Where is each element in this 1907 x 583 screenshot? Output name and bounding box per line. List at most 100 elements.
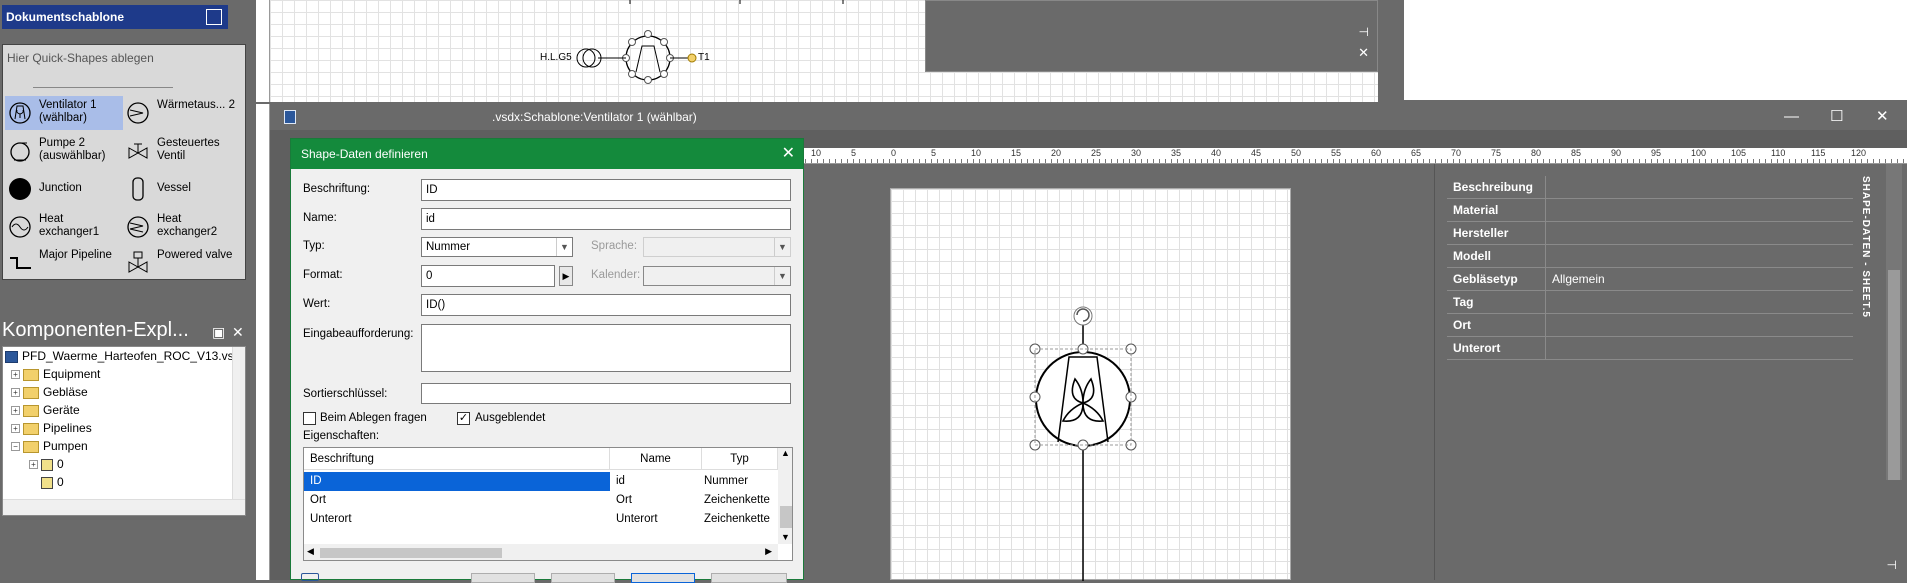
tree-horizontal-scrollbar[interactable]	[3, 499, 245, 515]
rotation-handle-icon[interactable]	[1073, 306, 1093, 326]
beschriftung-input[interactable]: ID	[421, 179, 791, 201]
define-shape-data-dialog: Shape-Daten definieren ✕ Beschriftung: I…	[290, 138, 804, 583]
pin-icon[interactable]: ⊣	[1359, 25, 1369, 39]
triangle-right-icon: ▶	[562, 271, 570, 281]
window-restore-icon[interactable]: ▣	[212, 320, 225, 344]
tree-item-pump-0b[interactable]: 0	[41, 473, 64, 491]
chevron-left-icon[interactable]: ◀	[307, 546, 314, 557]
fan-master-shape[interactable]	[891, 189, 1292, 581]
wert-input[interactable]: ID()	[421, 294, 791, 316]
stencil-header[interactable]: Dokumentschablone	[2, 5, 228, 29]
sortierschluessel-input[interactable]	[421, 383, 791, 404]
visio-icon	[284, 110, 296, 124]
typ-select[interactable]: Nummer ▼	[421, 237, 573, 257]
shape-data-scrollbar-thumb[interactable]	[1888, 270, 1900, 480]
shape-data-row[interactable]: Hersteller	[1447, 222, 1853, 245]
table-row[interactable]: Unterort Unterort Zeichenkette	[304, 510, 778, 529]
tree-item-pipelines[interactable]: + Pipelines	[11, 419, 92, 437]
stencil-item-ventil[interactable]: Gesteuertes Ventil	[123, 134, 241, 168]
fan-shape[interactable]	[622, 30, 674, 84]
ruler-tick-label: 40	[1211, 148, 1222, 158]
format-picker-button[interactable]: ▶	[559, 266, 573, 286]
ruler-tick-label: 55	[1331, 148, 1342, 158]
stencil-menu-icon[interactable]	[206, 9, 222, 25]
dialog-button-new[interactable]	[471, 573, 535, 583]
tree-item-equipment[interactable]: + Equipment	[11, 365, 100, 383]
dialog-button-cancel[interactable]	[711, 573, 787, 583]
chevron-right-icon[interactable]: ▶	[765, 546, 772, 557]
stencil-item-vessel[interactable]: Vessel	[123, 172, 241, 206]
shape-data-row[interactable]: Beschreibung	[1447, 176, 1853, 199]
tree-item-file[interactable]: PFD_Waerme_Harteofen_ROC_V13.vsdx	[5, 347, 245, 365]
table-row[interactable]: ID id Nummer	[304, 472, 778, 491]
stencil-item-major-pipeline[interactable]: Major Pipeline	[5, 246, 123, 280]
dialog-button-delete[interactable]	[551, 573, 615, 583]
expand-icon[interactable]: +	[11, 388, 20, 398]
expand-icon[interactable]: +	[11, 370, 20, 380]
scrollbar-thumb[interactable]	[780, 506, 792, 528]
shape-data-row[interactable]: Gebläsetyp Allgemein	[1447, 268, 1853, 291]
stencil-body: Hier Quick-Shapes ablegen Ventilator 1 (…	[2, 44, 246, 280]
stencil-item-heat-exchanger1[interactable]: Heat exchanger1	[5, 210, 123, 244]
control-valve-icon	[128, 143, 148, 159]
stencil-title: Dokumentschablone	[6, 10, 125, 24]
maximize-icon[interactable]: ☐	[1830, 104, 1843, 130]
dialog-button-ok[interactable]	[631, 573, 695, 583]
eingabeaufforderung-textarea[interactable]	[421, 324, 791, 372]
stencil-window-titlebar[interactable]: .vsdx:Schablone:Ventilator 1 (wählbar) —…	[270, 104, 1907, 130]
minimize-icon[interactable]: —	[1784, 104, 1799, 130]
horizontal-scrollbar-thumb[interactable]	[320, 548, 502, 558]
label-beschriftung: Beschriftung:	[303, 183, 371, 195]
stencil-item-ventilator[interactable]: Ventilator 1 (wählbar)	[5, 96, 123, 130]
ruler-tick-label: 110	[1771, 148, 1786, 158]
close-icon[interactable]: ✕	[782, 139, 795, 169]
expand-icon[interactable]: +	[29, 460, 38, 470]
chevron-up-icon[interactable]: ▲	[781, 448, 790, 458]
stencil-window-title: .vsdx:Schablone:Ventilator 1 (wählbar)	[492, 110, 697, 124]
shape-data-panel: Beschreibung Material Hersteller Modell …	[1434, 164, 1907, 580]
tree-item-pump-0[interactable]: +0	[29, 455, 64, 473]
tree-item-pumpen[interactable]: − Pumpen	[11, 437, 88, 455]
shape-data-row[interactable]: Modell	[1447, 245, 1853, 268]
shape-data-row[interactable]: Material	[1447, 199, 1853, 222]
tree-item-geblaese[interactable]: + Gebläse	[11, 383, 88, 401]
column-header-name[interactable]: Name	[610, 448, 702, 470]
close-icon[interactable]: ✕	[232, 320, 244, 344]
close-icon[interactable]: ✕	[1876, 104, 1889, 130]
component-tree: PFD_Waerme_Harteofen_ROC_V13.vsdx + Equip…	[2, 346, 246, 516]
shape-data-row[interactable]: Unterort	[1447, 337, 1853, 360]
beim-ablegen-fragen-checkbox[interactable]	[303, 412, 316, 425]
pipeline-icon	[10, 257, 31, 269]
column-header-beschriftung[interactable]: Beschriftung	[304, 448, 610, 470]
stencil-item-label: Junction	[39, 182, 82, 194]
expand-icon[interactable]: +	[11, 424, 20, 434]
chevron-down-icon[interactable]: ▼	[781, 532, 790, 542]
table-row[interactable]: Ort Ort Zeichenkette	[304, 491, 778, 510]
stencil-item-waermetauscher[interactable]: Wärmetaus... 2	[123, 96, 241, 130]
table-vertical-scrollbar[interactable]: ▲ ▼	[778, 448, 792, 544]
shape-data-row[interactable]: Ort	[1447, 314, 1853, 337]
stencil-item-label: Pumpe 2 (auswählbar)	[39, 137, 106, 162]
pin-icon[interactable]: ⊣	[1887, 558, 1897, 572]
stencil-item-junction[interactable]: Junction	[5, 172, 123, 206]
label-ausgeblendet: Ausgeblendet	[475, 412, 546, 424]
collapse-icon[interactable]: −	[11, 442, 20, 452]
ausgeblendet-checkbox[interactable]: ✓	[457, 412, 470, 425]
column-header-typ[interactable]: Typ	[702, 448, 778, 470]
connector-shape[interactable]	[576, 48, 697, 68]
expand-icon[interactable]: +	[11, 406, 20, 416]
top-vertical-ruler	[256, 0, 270, 102]
shape-data-row[interactable]: Tag	[1447, 291, 1853, 314]
fan-icon	[9, 102, 31, 124]
tree-vertical-scrollbar[interactable]	[232, 347, 245, 499]
close-icon[interactable]: ✕	[1358, 45, 1369, 61]
stencil-item-powered-valve[interactable]: Powered valve	[123, 246, 241, 280]
stencil-item-heat-exchanger2[interactable]: Heat exchanger2	[123, 210, 241, 244]
stencil-page[interactable]	[890, 188, 1292, 581]
quick-shapes-divider	[33, 87, 173, 88]
tree-item-geraete[interactable]: + Geräte	[11, 401, 80, 419]
format-input[interactable]: 0	[421, 265, 555, 287]
dialog-titlebar[interactable]: Shape-Daten definieren ✕	[291, 139, 803, 169]
stencil-item-pumpe[interactable]: Pumpe 2 (auswählbar)	[5, 134, 123, 168]
name-input[interactable]: id	[421, 208, 791, 230]
